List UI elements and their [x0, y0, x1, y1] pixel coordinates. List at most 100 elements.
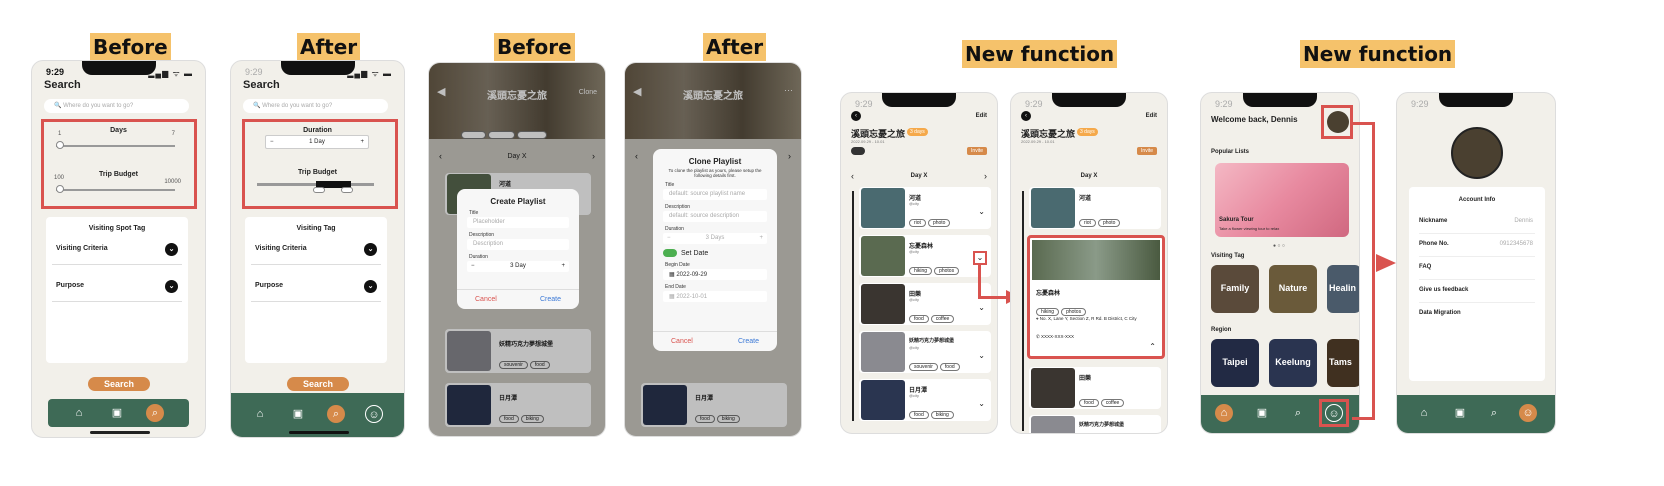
expanded-item-card[interactable]: 忘憂森林 hiking photos ⌖ No. X, Lane Y, Secti… [1027, 235, 1165, 359]
account-card: Account Info Nickname Dennis Phone No. 091… [1409, 187, 1545, 381]
minus-button[interactable]: − [270, 136, 274, 148]
expand-icon[interactable]: ⌄ [978, 303, 985, 312]
status-time: 9:29 [1025, 99, 1043, 109]
set-date-toggle[interactable] [663, 249, 677, 257]
purpose-row[interactable]: Purpose ⌄ [52, 272, 182, 302]
edit-button[interactable]: Edit [1146, 113, 1157, 119]
faq-row[interactable]: FAQ [1419, 257, 1535, 280]
list-item[interactable]: 田樂 @city food coffee ⌄ [859, 283, 991, 325]
title-field[interactable]: Placeholder [467, 217, 569, 228]
list-item[interactable]: 河道 @city riot photo ⌄ [859, 187, 991, 229]
phone-row[interactable]: Phone No. 0912345678 [1419, 234, 1535, 257]
search-button[interactable]: Search [88, 377, 150, 391]
create-button[interactable]: Create [540, 296, 561, 303]
data-migration-row[interactable]: Data Migration [1419, 303, 1535, 326]
next-day-icon[interactable]: › [984, 171, 987, 181]
profile-icon[interactable]: ☺ [365, 405, 383, 423]
duration-stepper[interactable]: −3 Day + [467, 261, 569, 272]
list-item[interactable]: 田樂 food coffee [1029, 367, 1161, 409]
profile-avatar[interactable] [1451, 127, 1503, 179]
item-photo [1031, 416, 1075, 433]
search-input[interactable]: 🔍 Where do you want to go? [243, 99, 388, 113]
chevron-down-icon[interactable]: ⌄ [364, 243, 377, 256]
list-item[interactable]: 忘憂森林 @city hiking photos ⌄ [859, 235, 991, 277]
list-item[interactable]: 河道 riot photo [1029, 187, 1161, 229]
backpack-icon[interactable]: ▣ [1451, 404, 1469, 422]
popular-card[interactable]: Sakura Tour Take a flower viewing tour t… [1215, 163, 1349, 237]
expand-icon[interactable]: ⌄ [973, 251, 987, 265]
budget-slider-handle[interactable] [56, 185, 64, 193]
backpack-icon[interactable]: ▣ [289, 405, 307, 423]
item-photo [861, 188, 905, 228]
cancel-button[interactable]: Cancel [475, 296, 497, 303]
cancel-button[interactable]: Cancel [671, 338, 693, 345]
invite-button[interactable]: Invite [1137, 147, 1157, 155]
home-icon[interactable]: ⌂ [1215, 404, 1233, 422]
region-tile[interactable]: Taipei [1211, 339, 1259, 387]
status-time: 9:29 [245, 67, 263, 77]
chevron-down-icon[interactable]: ⌄ [364, 280, 377, 293]
tag-tile[interactable]: Family [1211, 265, 1259, 313]
feedback-row[interactable]: Give us feedback [1419, 280, 1535, 303]
search-input[interactable]: 🔍 Where do you want to go? [44, 99, 189, 113]
purpose-row[interactable]: Purpose ⌄ [251, 272, 381, 302]
duration-stepper[interactable]: − 1 Day + [265, 135, 369, 149]
backpack-icon[interactable]: ▣ [1253, 404, 1271, 422]
budget-max-handle[interactable] [341, 187, 353, 193]
tab-bar: ⌂ ▣ ⌕ ☺ [1201, 395, 1359, 433]
criteria-row[interactable]: Visiting Criteria ⌄ [52, 235, 182, 265]
list-item[interactable]: 妖精巧克力夢想城堡 @city souvenir food ⌄ [859, 331, 991, 373]
date-range: 2022.09.29 - 10.01 [1021, 139, 1055, 144]
expand-icon[interactable]: ⌄ [978, 351, 985, 360]
list-item[interactable]: 日月潭 @city food biking ⌄ [859, 379, 991, 421]
description-field[interactable]: Description [467, 239, 569, 250]
days-slider-handle[interactable] [56, 141, 64, 149]
home-icon[interactable]: ⌂ [1415, 404, 1433, 422]
profile-icon[interactable]: ☺ [1519, 404, 1537, 422]
begin-date-field[interactable]: ▦ 2022-09-29 [663, 269, 767, 280]
region-tile[interactable]: Keelung [1269, 339, 1317, 387]
nickname-row[interactable]: Nickname Dennis [1419, 211, 1535, 234]
back-icon[interactable]: ‹ [851, 111, 861, 121]
backpack-icon[interactable]: ▣ [108, 404, 126, 422]
back-icon[interactable]: ‹ [1021, 111, 1031, 121]
invite-button[interactable]: Invite [967, 147, 987, 155]
duration-stepper[interactable]: −3 Days + [663, 233, 767, 244]
connector-arrow [1372, 122, 1375, 420]
search-tab-icon[interactable]: ⌕ [146, 404, 164, 422]
title-field[interactable]: default: source playlist name [663, 189, 767, 200]
budget-min-handle[interactable] [313, 187, 325, 193]
duration-label: Duration [665, 226, 684, 232]
profile-icon[interactable]: ☺ [1325, 404, 1343, 422]
chevron-down-icon[interactable]: ⌄ [165, 280, 178, 293]
create-playlist-modal: Create Playlist Title Placeholder Descri… [457, 189, 579, 309]
criteria-row[interactable]: Visiting Criteria ⌄ [251, 235, 381, 265]
create-button[interactable]: Create [738, 338, 759, 345]
list-item[interactable]: 妖精巧克力夢想城堡 [1029, 415, 1161, 433]
home-icon[interactable]: ⌂ [70, 404, 88, 422]
search-icon[interactable]: ⌕ [1289, 404, 1307, 422]
chevron-down-icon[interactable]: ⌄ [165, 243, 178, 256]
expand-icon[interactable]: ⌄ [978, 207, 985, 216]
tag-tile[interactable]: Nature [1269, 265, 1317, 313]
days-slider[interactable] [56, 145, 175, 147]
days-max: 7 [171, 131, 175, 137]
item-name: 忘憂森林 [1036, 291, 1061, 297]
search-button[interactable]: Search [287, 377, 349, 391]
header-new-function-2: New function [1300, 40, 1456, 68]
description-field[interactable]: default: source description [663, 211, 767, 222]
budget-label: Trip Budget [298, 169, 337, 176]
tag-card: Visiting Tag Visiting Criteria ⌄ Purpose ⌄ [245, 217, 387, 363]
budget-slider[interactable] [56, 189, 175, 191]
tag-tile[interactable]: Healin [1327, 265, 1359, 313]
search-icon[interactable]: ⌕ [1485, 404, 1503, 422]
edit-button[interactable]: Edit [976, 113, 987, 119]
plus-button[interactable]: + [360, 136, 364, 148]
home-icon[interactable]: ⌂ [251, 405, 269, 423]
expand-icon[interactable]: ⌄ [978, 399, 985, 408]
search-tab-icon[interactable]: ⌕ [327, 405, 345, 423]
end-date-field[interactable]: ▦ 2022-10-01 [663, 291, 767, 302]
collapse-icon[interactable]: ⌃ [1149, 342, 1156, 351]
avatar[interactable] [1327, 111, 1349, 133]
region-tile[interactable]: Tams [1327, 339, 1359, 387]
